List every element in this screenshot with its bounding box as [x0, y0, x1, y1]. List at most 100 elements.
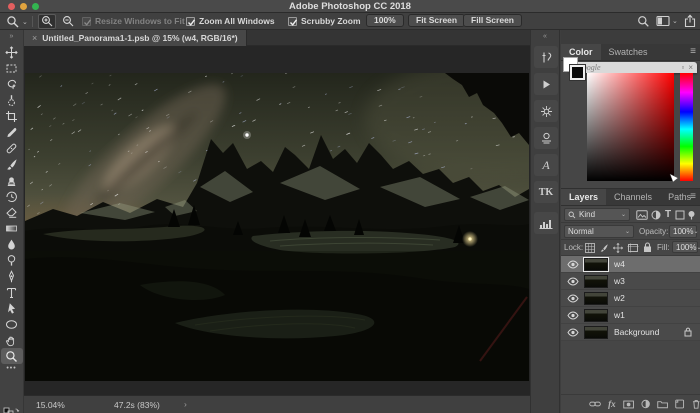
- opacity-field[interactable]: 100% ⌄: [669, 225, 697, 238]
- filter-shape-layers-icon[interactable]: [675, 210, 685, 220]
- fill-field[interactable]: 100% ⌄: [672, 241, 698, 253]
- lock-all-icon[interactable]: [643, 242, 652, 253]
- eraser-tool[interactable]: [1, 204, 23, 220]
- panel-menu-icon[interactable]: ≡: [690, 191, 696, 202]
- history-brush-tool[interactable]: [1, 188, 23, 204]
- search-button[interactable]: [637, 15, 650, 28]
- workspace-switcher[interactable]: ⌄: [656, 15, 678, 27]
- layer-row-w4[interactable]: w4: [561, 256, 700, 273]
- lock-pixels-icon[interactable]: [599, 243, 609, 253]
- kind-filter-dropdown[interactable]: Kind ⌄: [564, 208, 630, 221]
- visibility-eye-icon[interactable]: [567, 294, 579, 303]
- blend-mode-dropdown[interactable]: Normal ⌄: [564, 225, 634, 238]
- visibility-eye-icon[interactable]: [567, 328, 579, 337]
- layer-row-w2[interactable]: w2: [561, 290, 700, 307]
- panel-column: Color Swatches ≡ Google ▫ × Layers Chann…: [561, 30, 700, 413]
- type-tool[interactable]: [1, 284, 23, 300]
- edit-toolbar-button[interactable]: •••: [0, 364, 23, 376]
- delete-layer-button[interactable]: [692, 399, 700, 409]
- filter-pixel-layers-icon[interactable]: [636, 210, 648, 220]
- filter-panel-icon[interactable]: [534, 100, 558, 122]
- zoom-level-field[interactable]: 15.04%: [36, 400, 65, 410]
- scrubby-zoom-checkbox[interactable]: Scrubby Zoom: [288, 16, 361, 26]
- visibility-eye-icon[interactable]: [567, 260, 579, 269]
- lasso-tool[interactable]: [1, 76, 23, 92]
- filter-adjustment-layers-icon[interactable]: [651, 210, 661, 220]
- zoom-tool[interactable]: [1, 348, 23, 364]
- brushes-panel-icon[interactable]: [534, 46, 558, 68]
- lock-artboard-icon[interactable]: [627, 243, 639, 253]
- zoom-100-button[interactable]: 100%: [366, 14, 404, 27]
- move-tool[interactable]: [1, 44, 23, 60]
- zoom-out-icon: [62, 15, 75, 28]
- layer-name: w1: [614, 310, 625, 320]
- tab-channels[interactable]: Channels: [606, 189, 660, 205]
- blur-tool[interactable]: [1, 236, 23, 252]
- quick-selection-tool[interactable]: [1, 92, 23, 108]
- layer-thumbnail[interactable]: [584, 258, 608, 271]
- filter-type-layers-icon[interactable]: T: [665, 209, 671, 220]
- clone-stamp-tool[interactable]: [1, 172, 23, 188]
- swap-colors-button[interactable]: [3, 404, 21, 413]
- dodge-tool[interactable]: [1, 252, 23, 268]
- new-group-button[interactable]: [657, 400, 668, 409]
- hue-slider[interactable]: [680, 73, 693, 181]
- tab-swatches[interactable]: Swatches: [601, 44, 656, 60]
- gradient-tool[interactable]: [1, 220, 23, 236]
- layer-row-background[interactable]: Background: [561, 324, 700, 341]
- toolbar-collapse-button[interactable]: »: [0, 30, 23, 44]
- tool-preset-picker[interactable]: ⌄: [6, 15, 28, 28]
- zoom-all-windows-checkbox[interactable]: Zoom All Windows: [186, 16, 275, 26]
- pen-tool[interactable]: [1, 268, 23, 284]
- hand-tool[interactable]: [1, 332, 23, 348]
- path-selection-tool[interactable]: [1, 300, 23, 316]
- document-tab[interactable]: × Untitled_Panorama1-1.psb @ 15% (w4, RG…: [24, 30, 247, 46]
- fit-screen-button[interactable]: Fit Screen: [408, 14, 465, 27]
- share-button[interactable]: [684, 14, 696, 28]
- crop-tool[interactable]: [1, 108, 23, 124]
- close-document-icon[interactable]: ×: [32, 33, 37, 43]
- window-minimize-icon[interactable]: ▫: [681, 63, 684, 72]
- marquee-tool[interactable]: [1, 60, 23, 76]
- color-cube[interactable]: [587, 73, 674, 181]
- adjustments-panel-icon[interactable]: [534, 127, 558, 149]
- tab-layers[interactable]: Layers: [561, 189, 606, 205]
- layer-style-button[interactable]: fx: [608, 399, 616, 409]
- layer-thumbnail[interactable]: [584, 292, 608, 305]
- character-styles-panel-icon[interactable]: A: [534, 154, 558, 176]
- color-panel-background-swatch[interactable]: [570, 65, 585, 80]
- visibility-eye-icon[interactable]: [567, 311, 579, 320]
- actions-panel-icon[interactable]: [534, 73, 558, 95]
- new-layer-button[interactable]: [675, 399, 684, 409]
- healing-brush-tool[interactable]: [1, 140, 23, 156]
- visibility-eye-icon[interactable]: [567, 277, 579, 286]
- layer-thumbnail[interactable]: [584, 309, 608, 322]
- layer-thumbnail[interactable]: [584, 275, 608, 288]
- panel-menu-icon[interactable]: ≡: [690, 46, 696, 57]
- layer-row-w1[interactable]: w1: [561, 307, 700, 324]
- brush-tool[interactable]: [1, 156, 23, 172]
- zoom-in-button[interactable]: [38, 14, 56, 29]
- add-mask-button[interactable]: [623, 400, 634, 409]
- link-layers-button[interactable]: [589, 400, 601, 408]
- shape-tool[interactable]: [1, 316, 23, 332]
- window-close-icon[interactable]: ×: [688, 63, 693, 72]
- layer-row-w3[interactable]: w3: [561, 273, 700, 290]
- eyedropper-tool[interactable]: [1, 124, 23, 140]
- resize-windows-checkbox[interactable]: Resize Windows to Fit: [82, 16, 185, 26]
- histogram-panel-icon[interactable]: [534, 212, 558, 234]
- lock-transparency-icon[interactable]: [585, 243, 595, 253]
- tk-actions-panel-icon[interactable]: TK: [534, 181, 558, 203]
- google-floating-window[interactable]: Google ▫ ×: [569, 62, 697, 73]
- layer-thumbnail[interactable]: [584, 326, 608, 339]
- window-title: Adobe Photoshop CC 2018: [0, 1, 700, 12]
- zoom-out-button[interactable]: [59, 14, 77, 29]
- canvas-area[interactable]: [24, 46, 530, 395]
- filter-smart-objects-icon[interactable]: [687, 210, 696, 220]
- status-options-chevron[interactable]: ›: [184, 399, 187, 409]
- fill-screen-button[interactable]: Fill Screen: [463, 14, 522, 27]
- lock-position-icon[interactable]: [613, 243, 623, 253]
- document-image[interactable]: [25, 73, 529, 381]
- dock-expand-button[interactable]: «: [531, 30, 559, 44]
- new-adjustment-button[interactable]: [641, 399, 650, 409]
